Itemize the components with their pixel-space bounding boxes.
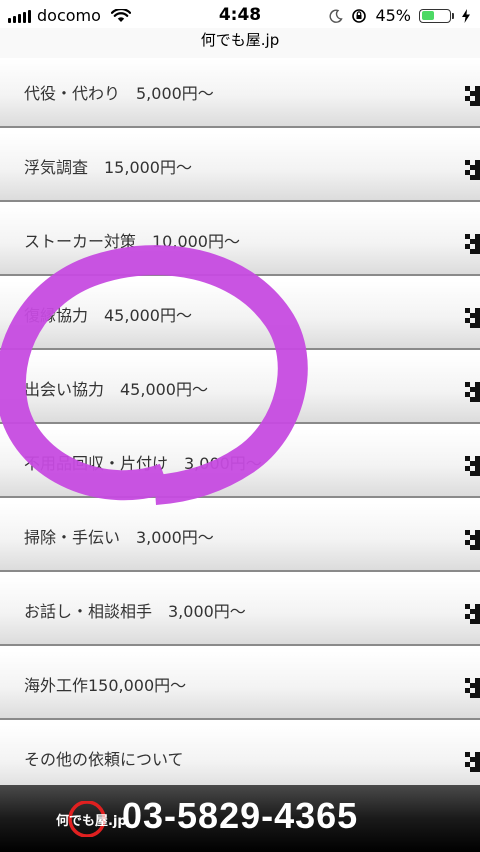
- menu-item-label: 出会い協力 45,000円～: [24, 380, 208, 399]
- url-text: 何でも屋.jp: [200, 31, 280, 49]
- menu-item-label: 浮気調査 15,000円～: [24, 158, 192, 177]
- orientation-lock-icon: [352, 8, 367, 23]
- menu-item-label: 掃除・手伝い 3,000円～: [24, 528, 214, 547]
- menu-item[interactable]: 不用品回収・片付け 3,000円～: [0, 428, 480, 498]
- menu-item-label: 不用品回収・片付け 3,000円～: [24, 454, 262, 473]
- checkered-arrow-icon: [465, 530, 480, 550]
- charging-bolt-icon: [462, 8, 470, 23]
- checkered-arrow-icon: [465, 308, 480, 328]
- menu-item[interactable]: お話し・相談相手 3,000円～: [0, 576, 480, 646]
- checkered-arrow-icon: [465, 234, 480, 254]
- menu-item-label: 復縁協力 45,000円～: [24, 306, 192, 325]
- menu-item-label: ストーカー対策 10,000円～: [24, 232, 240, 251]
- menu-item[interactable]: 掃除・手伝い 3,000円～: [0, 502, 480, 572]
- menu-item[interactable]: 出会い協力 45,000円～: [0, 354, 480, 424]
- menu-item[interactable]: 浮気調査 15,000円～: [0, 132, 480, 202]
- menu-item[interactable]: 復縁協力 45,000円～: [0, 280, 480, 350]
- checkered-arrow-icon: [465, 604, 480, 624]
- menu-item-label: 海外工作150,000円～: [24, 676, 187, 695]
- checkered-arrow-icon: [465, 160, 480, 180]
- phone-banner[interactable]: 何でも屋.jp 03-5829-4365: [0, 785, 480, 852]
- battery-icon: [419, 8, 454, 23]
- checkered-arrow-icon: [465, 86, 480, 106]
- checkered-arrow-icon: [465, 456, 480, 476]
- phone-number[interactable]: 03-5829-4365: [122, 795, 358, 837]
- battery-percent: 45%: [375, 6, 411, 25]
- menu-item-label: 代役・代わり 5,000円～: [24, 84, 214, 103]
- menu-item[interactable]: その他の依頼について: [0, 724, 480, 794]
- address-bar[interactable]: 何でも屋.jp: [0, 28, 480, 59]
- brand-logo: 何でも屋.jp: [56, 801, 127, 837]
- menu-item-label: お話し・相談相手 3,000円～: [24, 602, 246, 621]
- menu-item[interactable]: ストーカー対策 10,000円～: [0, 206, 480, 276]
- checkered-arrow-icon: [465, 382, 480, 402]
- do-not-disturb-moon-icon: [329, 9, 344, 23]
- checkered-arrow-icon: [465, 752, 480, 772]
- logo-text: 何でも屋.jp: [56, 814, 127, 829]
- menu-item[interactable]: 海外工作150,000円～: [0, 650, 480, 720]
- menu-item[interactable]: 代役・代わり 5,000円～: [0, 58, 480, 128]
- checkered-arrow-icon: [465, 678, 480, 698]
